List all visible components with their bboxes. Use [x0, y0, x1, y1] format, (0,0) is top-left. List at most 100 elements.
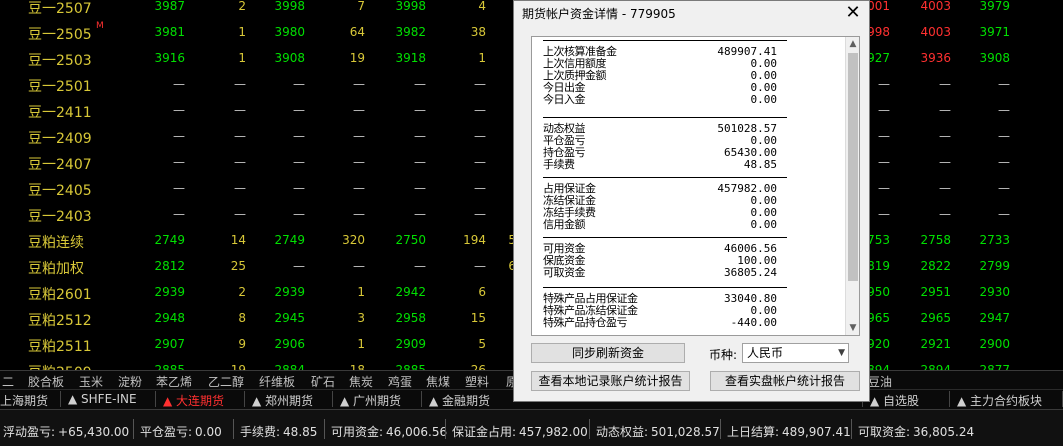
funds-label: 占用保证金	[543, 182, 596, 195]
status-item: 可取资金: 36,805.24	[858, 423, 974, 440]
quote-cell: —	[878, 155, 890, 169]
quote-cell: 2965	[920, 311, 951, 325]
exchange-tab[interactable]: 上海期货	[0, 392, 48, 409]
category-item[interactable]: 苯乙烯	[156, 373, 192, 390]
tab-divider	[332, 391, 333, 407]
funds-group: 特殊产品占用保证金 33040.80 特殊产品冻结保证金 0.00 特殊产品持仓盈亏 -4…	[543, 287, 787, 329]
scrollbar[interactable]: ▲ ▼	[845, 37, 859, 335]
category-item[interactable]: 乙二醇	[208, 373, 244, 390]
category-item[interactable]: 胶合板	[28, 373, 64, 390]
category-item[interactable]: 焦煤	[426, 373, 450, 390]
contract-name: 豆一2503	[28, 53, 92, 69]
category-item[interactable]: 矿石	[311, 373, 335, 390]
funds-value: 0.00	[750, 194, 778, 207]
close-icon[interactable]: ✕	[841, 2, 865, 24]
quote-cell: 2958	[395, 311, 426, 325]
exchange-tab[interactable]: ▲ 主力合约板块	[957, 392, 1042, 409]
local-report-button[interactable]: 查看本地记录账户统计报告	[531, 371, 690, 391]
quote-cell: 26	[470, 363, 486, 370]
quote-cell: —	[998, 207, 1010, 221]
funds-value: 33040.80	[724, 292, 777, 305]
real-report-button[interactable]: 查看实盘帐户统计报告	[710, 371, 860, 391]
status-item: 手续费: 48.85	[240, 423, 317, 440]
funds-value: 501028.57	[717, 122, 777, 135]
quote-cell: —	[353, 103, 365, 117]
category-item[interactable]: 玉米	[79, 373, 103, 390]
quote-cell: 2907	[154, 337, 185, 351]
quote-cell: —	[353, 207, 365, 221]
quote-cell: —	[474, 77, 486, 91]
quote-cell: —	[353, 181, 365, 195]
quote-cell: —	[293, 103, 305, 117]
quote-cell: —	[998, 155, 1010, 169]
quote-cell: 1	[478, 51, 486, 65]
funds-value: 36805.24	[724, 266, 777, 279]
quote-cell: 2750	[395, 233, 426, 247]
quote-cell: —	[939, 129, 951, 143]
quote-cell: —	[414, 77, 426, 91]
funds-row: 今日出金 0.00	[543, 82, 787, 93]
category-item[interactable]: 二	[2, 373, 14, 390]
exchange-tab[interactable]: ▲ 自选股	[870, 392, 919, 409]
quote-cell: —	[474, 103, 486, 117]
quote-cell: 2	[238, 285, 246, 299]
quote-cell: 2909	[395, 337, 426, 351]
quote-cell: —	[998, 129, 1010, 143]
contract-name: 豆一2403	[28, 209, 92, 225]
category-item[interactable]: 焦炭	[349, 373, 373, 390]
exchange-tab[interactable]: ▲ 金融期货	[429, 392, 490, 409]
category-item[interactable]: 豆油	[868, 373, 892, 390]
funds-label: 冻结保证金	[543, 194, 596, 207]
quote-cell: —	[234, 155, 246, 169]
sync-refresh-button[interactable]: 同步刷新资金	[531, 343, 685, 363]
quote-cell: 4003	[920, 0, 951, 13]
funds-group: 动态权益 501028.57 平仓盈亏 0.00 持仓盈亏 65430.00 手续费 48.8…	[543, 117, 787, 171]
category-item[interactable]: 纤维板	[259, 373, 295, 390]
quote-cell: —	[173, 129, 185, 143]
funds-label: 平仓盈亏	[543, 134, 586, 147]
exchange-tab[interactable]: ▲ 大连期货	[163, 392, 224, 409]
funds-row: 保底资金 100.00	[543, 255, 787, 266]
category-item[interactable]: 淀粉	[118, 373, 142, 390]
funds-value: 489907.41	[717, 45, 777, 58]
quote-cell: —	[234, 207, 246, 221]
scroll-up-icon[interactable]: ▲	[846, 37, 859, 51]
exchange-tab[interactable]: ▲ 郑州期货	[252, 392, 313, 409]
currency-select[interactable]: 人民币 ▼	[742, 343, 849, 363]
funds-label: 动态权益	[543, 122, 586, 135]
quote-cell: 3981	[154, 25, 185, 39]
quote-cell: 3908	[979, 51, 1010, 65]
funds-label: 冻结手续费	[543, 206, 596, 219]
funds-row: 手续费 48.85	[543, 159, 787, 170]
exchange-tab[interactable]: ▲ SHFE-INE	[68, 392, 137, 406]
quote-cell: 2885	[395, 363, 426, 370]
quote-cell: 4	[478, 0, 486, 13]
quote-cell: —	[414, 259, 426, 273]
status-label: 保证金占用:	[452, 425, 517, 439]
status-divider	[324, 419, 325, 439]
category-item[interactable]: 塑料	[465, 373, 489, 390]
quote-cell: 18	[349, 363, 365, 370]
scrollbar-thumb[interactable]	[848, 53, 858, 281]
funds-label: 保底资金	[543, 254, 586, 267]
funds-detail-panel: 上次核算准备金 489907.41 上次信用额度 0.00 上次质押金额 0.00 今日出金…	[531, 36, 860, 336]
quote-cell: —	[234, 103, 246, 117]
exchange-tab[interactable]: ▲ 广州期货	[340, 392, 401, 409]
funds-row: 持仓盈亏 65430.00	[543, 147, 787, 158]
contract-name: 豆一2407	[28, 157, 92, 173]
quote-cell: —	[878, 77, 890, 91]
funds-label: 上次信用额度	[543, 57, 607, 70]
main-contract-flag: M	[96, 21, 104, 31]
funds-row: 可用资金 46006.56	[543, 243, 787, 254]
category-item[interactable]: 鸡蛋	[388, 373, 412, 390]
scroll-down-icon[interactable]: ▼	[846, 321, 859, 335]
status-divider	[233, 419, 234, 439]
quote-cell: —	[939, 155, 951, 169]
quote-cell: 3	[357, 311, 365, 325]
dialog-title: 期货帐户资金详情 - 779905	[522, 7, 676, 21]
contract-name: 豆一2505	[28, 27, 92, 43]
quote-cell: —	[293, 155, 305, 169]
quote-cell: 2799	[979, 259, 1010, 273]
funds-label: 上次核算准备金	[543, 45, 617, 58]
quote-cell: 2945	[274, 311, 305, 325]
